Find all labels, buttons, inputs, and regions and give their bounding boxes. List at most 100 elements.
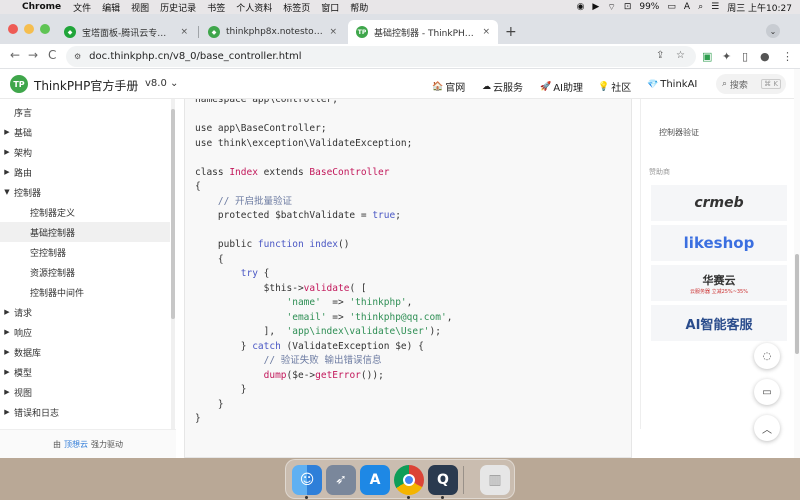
message-button[interactable]: ▭ (754, 379, 780, 405)
chrome-icon[interactable] (394, 465, 424, 495)
address-bar[interactable]: ⚙ doc.thinkphp.cn/v8_0/base_controller.h… (66, 46, 696, 67)
reload-button[interactable]: C (48, 48, 56, 62)
more-menu-icon[interactable]: ⋮ (782, 50, 793, 63)
code-token: public (195, 239, 258, 250)
menu-view[interactable]: 视图 (131, 1, 149, 14)
back-button[interactable]: ← (10, 48, 20, 62)
nav-link-cloud[interactable]: ☁ 云服务 (482, 79, 523, 95)
scrollbar-thumb[interactable] (795, 254, 799, 354)
app-store-icon[interactable]: A (360, 465, 390, 495)
menu-bookmarks[interactable]: 书签 (207, 1, 225, 14)
code-line: protected $batchValidate = true; (195, 209, 452, 224)
sidebar-item[interactable]: ▶ 请求 (0, 302, 170, 322)
menu-edit[interactable]: 编辑 (102, 1, 120, 14)
launchpad-icon[interactable]: ➶ (326, 465, 356, 495)
sidebar-item[interactable]: 控制器定义 (0, 202, 170, 222)
sidebar-item[interactable]: 资源控制器 (0, 262, 170, 282)
close-icon[interactable]: × (180, 27, 188, 37)
page-scrollbar[interactable] (794, 69, 800, 458)
diamond-icon: 💎 (647, 79, 659, 90)
nav-link-ai-assistant[interactable]: 🚀 AI助理 (540, 79, 583, 95)
site-title[interactable]: ThinkPHP官方手册 (34, 77, 138, 94)
profile-avatar-icon[interactable]: ● (760, 50, 770, 63)
code-token: } (195, 340, 253, 352)
datetime[interactable]: 周三 上午10:27 (727, 1, 792, 14)
menu-file[interactable]: 文件 (73, 1, 91, 14)
code-line: } catch (ValidateException $e) { (195, 340, 452, 355)
tab-search-button[interactable]: ⌄ (766, 24, 780, 38)
nav-link-label: ThinkAI (660, 79, 698, 90)
nav-link-official[interactable]: 🏠 官网 (432, 79, 465, 95)
tab-thinkphp-active[interactable]: TP 基础控制器 - ThinkPHP官方手... × (348, 20, 498, 44)
macos-dock: ☺ ➶ A Q ▥ (285, 459, 515, 499)
sidebar-item[interactable]: ▶ 模型 (0, 362, 170, 382)
footer-brand-link[interactable]: 顶想云 (64, 439, 88, 450)
code-token: 'email' (286, 311, 327, 323)
sponsor-ad-likeshop[interactable]: likeshop (651, 225, 787, 261)
version-selector[interactable]: v8.0 ⌄ (145, 78, 178, 89)
menu-tabs[interactable]: 标签页 (283, 1, 310, 14)
extensions-puzzle-icon[interactable]: ✦ (722, 50, 731, 63)
nav-link-thinkai[interactable]: 💎 ThinkAI (647, 79, 697, 90)
sidebar-scrollbar[interactable] (171, 99, 175, 429)
url-text[interactable]: doc.thinkphp.cn/v8_0/base_controller.htm… (89, 51, 301, 62)
nav-link-community[interactable]: 💡 社区 (598, 79, 631, 95)
sidepanel-icon[interactable]: ▯ (742, 50, 748, 63)
status-circle-icon[interactable]: ◉ (577, 2, 585, 12)
close-icon[interactable]: × (329, 27, 337, 37)
code-line: 'email' => 'thinkphp@qq.com', (195, 311, 453, 326)
sidebar-item[interactable]: 空控制器 (0, 242, 170, 262)
sidebar-item[interactable]: ▼ 控制器 (0, 182, 170, 202)
sidebar-item[interactable]: ▶ 数据库 (0, 342, 170, 362)
sponsor-ad-huasaiyun[interactable]: 华赛云 云服务器 立减25%~35% (651, 265, 787, 301)
sidebar-item[interactable]: ▶ 错误和日志 (0, 402, 170, 422)
play-icon[interactable]: ▶ (592, 2, 599, 12)
menu-help[interactable]: 帮助 (350, 1, 368, 14)
back-to-top-button[interactable]: ︿ (754, 415, 780, 441)
lock-icon[interactable]: ⊡ (624, 2, 632, 12)
code-line: ], 'app\index\validate\User'); (195, 325, 452, 340)
minimize-window-button[interactable] (24, 24, 34, 34)
scrollbar-thumb[interactable] (171, 109, 175, 319)
close-window-button[interactable] (8, 24, 18, 34)
chat-button[interactable]: ◌ (754, 343, 780, 369)
sidebar-item[interactable]: 基础控制器 (0, 222, 170, 242)
tab-notestore[interactable]: ◆ thinkphp8x.notestore.cn/base... × (200, 20, 345, 44)
caret-down-icon: ▼ (4, 188, 10, 196)
site-search-button[interactable]: ⌕ 搜索 ⌘ K (716, 74, 786, 94)
share-icon[interactable]: ⇪ (656, 50, 664, 61)
trash-icon[interactable]: ▥ (480, 465, 510, 495)
forward-button[interactable]: → (28, 48, 38, 62)
menu-profiles[interactable]: 个人资料 (236, 1, 272, 14)
search-icon[interactable]: ⌕ (698, 2, 703, 12)
bookmark-star-icon[interactable]: ☆ (676, 50, 685, 61)
control-center-icon[interactable]: ☰ (711, 2, 719, 12)
tab-baota[interactable]: ◆ 宝塔面板-腾讯云专享版 × (56, 20, 196, 44)
app-menu[interactable]: Chrome (22, 2, 61, 12)
finder-icon[interactable]: ☺ (292, 465, 322, 495)
sidebar-item[interactable]: ▶ 响应 (0, 322, 170, 342)
sidebar-item[interactable]: 控制器中间件 (0, 282, 170, 302)
thinkphp-logo[interactable]: TP (10, 75, 28, 93)
wifi-icon[interactable]: ⌔ (607, 2, 615, 13)
maximize-window-button[interactable] (40, 24, 50, 34)
sponsor-ad-crmeb[interactable]: crmeb (651, 185, 787, 221)
menu-window[interactable]: 窗口 (321, 1, 339, 14)
menu-history[interactable]: 历史记录 (160, 1, 196, 14)
site-info-icon[interactable]: ⚙ (74, 52, 81, 61)
sidebar-item[interactable]: ▶ 路由 (0, 162, 170, 182)
new-tab-button[interactable]: + (505, 24, 517, 40)
battery-icon[interactable]: ▭ (667, 2, 676, 12)
arrow-up-icon: ︿ (762, 424, 772, 436)
sidebar-item[interactable]: ▶ 基础 (0, 122, 170, 142)
sidebar-item-label: 路由 (14, 168, 33, 179)
extension-green-icon[interactable]: ▣ (702, 50, 712, 63)
input-method[interactable]: A (684, 2, 690, 12)
quicktime-icon[interactable]: Q (428, 465, 458, 495)
sidebar-item[interactable]: 序言 (0, 102, 170, 122)
sidebar-item[interactable]: ▶ 视图 (0, 382, 170, 402)
sponsor-ad-ai-service[interactable]: AI智能客服 (651, 305, 787, 341)
close-icon[interactable]: × (482, 27, 490, 37)
toc-item[interactable]: 控制器验证 (659, 127, 699, 138)
sidebar-item[interactable]: ▶ 架构 (0, 142, 170, 162)
